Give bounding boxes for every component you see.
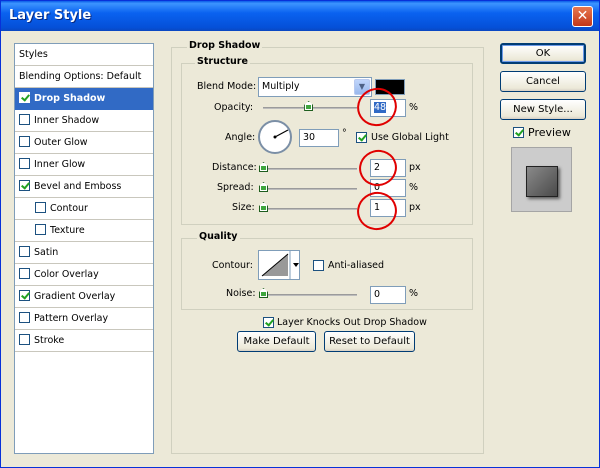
anti-aliased-label: Anti-aliased [328, 260, 385, 271]
blend-mode-label: Blend Mode: [197, 81, 257, 92]
styles-item-checkbox[interactable] [35, 224, 46, 235]
styles-item-checkbox[interactable] [19, 114, 30, 125]
layer-knocks-out-checkbox[interactable] [263, 317, 274, 328]
styles-item-label: Contour [50, 203, 88, 214]
styles-item-checkbox[interactable] [19, 136, 30, 147]
opacity-label: Opacity: [214, 102, 254, 113]
styles-item-checkbox[interactable] [19, 290, 30, 301]
layer-knocks-out-label: Layer Knocks Out Drop Shadow [277, 317, 427, 328]
styles-item-checkbox[interactable] [19, 312, 30, 323]
preview-checkbox[interactable] [513, 127, 524, 138]
angle-unit: ° [342, 128, 347, 139]
preview-swatch [526, 166, 558, 197]
cancel-button[interactable]: Cancel [500, 71, 586, 92]
blend-mode-value: Multiply [262, 81, 300, 92]
styles-item-stroke[interactable]: Stroke [15, 330, 153, 352]
styles-item-color-overlay[interactable]: Color Overlay [15, 264, 153, 286]
angle-dial[interactable] [258, 120, 292, 154]
styles-item-pattern-overlay[interactable]: Pattern Overlay [15, 308, 153, 330]
opacity-unit: % [409, 102, 419, 113]
styles-item-blending-options-default[interactable]: Blending Options: Default [15, 66, 153, 88]
title-bar[interactable]: Layer Style ✕ [1, 1, 599, 31]
styles-item-label: Bevel and Emboss [34, 181, 122, 192]
drop-shadow-title: Drop Shadow [187, 40, 263, 51]
styles-item-checkbox[interactable] [19, 180, 30, 191]
styles-item-label: Pattern Overlay [34, 313, 109, 324]
contour-curve-icon [261, 251, 299, 279]
styles-item-contour[interactable]: Contour [15, 198, 153, 220]
angle-input[interactable]: 30 [299, 129, 339, 147]
noise-unit: % [409, 288, 419, 299]
styles-item-checkbox[interactable] [19, 92, 30, 103]
styles-item-drop-shadow[interactable]: Drop Shadow [15, 88, 153, 110]
styles-item-outer-glow[interactable]: Outer Glow [15, 132, 153, 154]
styles-item-checkbox[interactable] [19, 246, 30, 257]
distance-label: Distance: [212, 162, 257, 173]
styles-item-label: Inner Shadow [34, 115, 100, 126]
styles-item-bevel-and-emboss[interactable]: Bevel and Emboss [15, 176, 153, 198]
ok-button[interactable]: OK [500, 43, 586, 64]
styles-item-label: Color Overlay [34, 269, 99, 280]
styles-item-texture[interactable]: Texture [15, 220, 153, 242]
styles-item-checkbox[interactable] [19, 158, 30, 169]
noise-slider-track[interactable] [263, 294, 357, 296]
styles-item-label: Outer Glow [34, 137, 88, 148]
styles-item-styles[interactable]: Styles [15, 44, 153, 66]
dialog-title: Layer Style [9, 8, 92, 23]
styles-item-satin[interactable]: Satin [15, 242, 153, 264]
anti-aliased-checkbox[interactable] [313, 260, 324, 271]
structure-title: Structure [195, 56, 250, 67]
noise-label: Noise: [226, 288, 256, 299]
styles-item-checkbox[interactable] [19, 334, 30, 345]
size-slider-track[interactable] [263, 208, 357, 210]
style-preview [511, 147, 572, 212]
size-label: Size: [232, 202, 255, 213]
styles-item-label: Texture [50, 225, 85, 236]
preview-label: Preview [528, 126, 571, 139]
styles-item-label: Gradient Overlay [34, 291, 116, 302]
styles-item-checkbox[interactable] [35, 202, 46, 213]
styles-item-label: Satin [34, 247, 59, 258]
noise-input[interactable]: 0 [370, 286, 406, 304]
styles-item-gradient-overlay[interactable]: Gradient Overlay [15, 286, 153, 308]
contour-label: Contour: [212, 260, 253, 271]
spread-label: Spread: [217, 182, 254, 193]
quality-group [181, 238, 473, 310]
size-unit: px [409, 202, 421, 213]
angle-needle-icon [273, 129, 289, 139]
close-button[interactable]: ✕ [572, 6, 593, 27]
styles-item-label: Stroke [34, 335, 65, 346]
contour-picker[interactable] [258, 250, 300, 280]
styles-item-inner-glow[interactable]: Inner Glow [15, 154, 153, 176]
styles-item-label: Styles [19, 49, 48, 60]
distance-unit: px [409, 162, 421, 173]
use-global-light-label: Use Global Light [371, 132, 449, 143]
reset-to-default-button[interactable]: Reset to Default [324, 331, 415, 352]
new-style-button[interactable]: New Style... [500, 99, 586, 120]
layer-style-dialog: Layer Style ✕ Styles Blending Options: De… [0, 0, 600, 468]
styles-item-label: Blending Options: Default [19, 71, 142, 82]
styles-item-label: Inner Glow [34, 159, 86, 170]
styles-item-inner-shadow[interactable]: Inner Shadow [15, 110, 153, 132]
styles-item-checkbox[interactable] [19, 268, 30, 279]
distance-slider-track[interactable] [263, 168, 357, 170]
styles-item-label: Drop Shadow [34, 93, 106, 104]
spread-slider-track[interactable] [263, 188, 357, 190]
spread-unit: % [409, 182, 419, 193]
blend-mode-select[interactable]: Multiply ▼ [258, 77, 372, 97]
use-global-light-checkbox[interactable] [356, 132, 367, 143]
styles-list: Styles Blending Options: Default Drop Shad… [14, 43, 154, 454]
quality-title: Quality [197, 231, 240, 242]
make-default-button[interactable]: Make Default [237, 331, 316, 352]
angle-label: Angle: [225, 132, 256, 143]
close-icon: ✕ [576, 8, 589, 24]
